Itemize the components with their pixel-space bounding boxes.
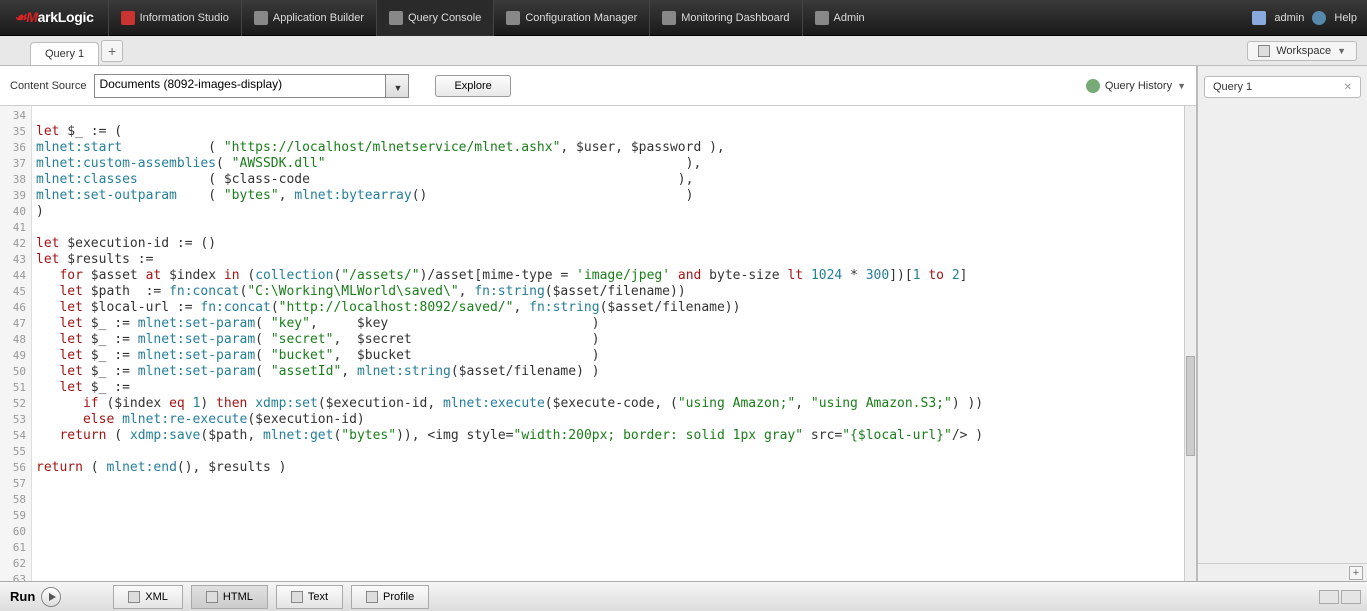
logo: ☙MarkLogic bbox=[0, 9, 108, 26]
profile-icon bbox=[366, 591, 378, 603]
html-icon bbox=[206, 591, 218, 603]
content-source-label: Content Source bbox=[10, 80, 86, 92]
nav-monitoring-dashboard[interactable]: Monitoring Dashboard bbox=[649, 0, 801, 36]
user-name[interactable]: admin bbox=[1274, 12, 1304, 24]
workspace-button[interactable]: Workspace ▼ bbox=[1247, 41, 1357, 61]
info-studio-icon bbox=[121, 11, 135, 25]
history-icon bbox=[1086, 79, 1100, 93]
editor-wrap: Content Source Documents (8092-images-di… bbox=[0, 66, 1197, 581]
nav-right: admin Help bbox=[1252, 11, 1357, 25]
nav-application-builder[interactable]: Application Builder bbox=[241, 0, 376, 36]
side-add-button[interactable]: + bbox=[1349, 566, 1363, 580]
nav-information-studio[interactable]: Information Studio bbox=[108, 0, 241, 36]
layout-box-1[interactable] bbox=[1319, 590, 1339, 604]
fmt-tab-text[interactable]: Text bbox=[276, 585, 343, 609]
help-icon bbox=[1312, 11, 1326, 25]
run-button[interactable]: Run bbox=[10, 587, 61, 607]
side-bottom: + bbox=[1198, 563, 1367, 581]
fmt-tab-profile[interactable]: Profile bbox=[351, 585, 429, 609]
fmt-tab-html[interactable]: HTML bbox=[191, 585, 268, 609]
scrollbar-vertical[interactable] bbox=[1184, 106, 1196, 581]
bottom-bar: Run XML HTML Text Profile bbox=[0, 581, 1367, 611]
text-icon bbox=[291, 591, 303, 603]
code-editor[interactable]: 34 35 36 37 38 39 40 41 42 43 44 45 46 4… bbox=[0, 106, 1196, 581]
fmt-tab-xml[interactable]: XML bbox=[113, 585, 183, 609]
user-icon bbox=[1252, 11, 1266, 25]
main: Content Source Documents (8092-images-di… bbox=[0, 66, 1367, 581]
layout-box-2[interactable] bbox=[1341, 590, 1361, 604]
line-gutter: 34 35 36 37 38 39 40 41 42 43 44 45 46 4… bbox=[0, 106, 32, 581]
close-icon[interactable]: ✕ bbox=[1344, 82, 1352, 93]
nav-admin[interactable]: Admin bbox=[802, 0, 877, 36]
scrollbar-thumb[interactable] bbox=[1186, 356, 1195, 456]
workspace-icon bbox=[1258, 45, 1270, 57]
top-nav: ☙MarkLogic Information Studio Applicatio… bbox=[0, 0, 1367, 36]
query-history-button[interactable]: Query History ▼ bbox=[1086, 79, 1186, 93]
bottom-right-controls bbox=[1319, 590, 1361, 604]
chevron-down-icon: ▼ bbox=[394, 83, 403, 93]
help-link[interactable]: Help bbox=[1334, 12, 1357, 24]
chevron-down-icon: ▼ bbox=[1337, 46, 1346, 56]
dashboard-icon bbox=[662, 11, 676, 25]
side-panel: Query 1 ✕ + bbox=[1197, 66, 1367, 581]
content-source-select[interactable]: Documents (8092-images-display) ▼ bbox=[94, 74, 409, 98]
query-console-icon bbox=[389, 11, 403, 25]
tab-query-1[interactable]: Query 1 bbox=[30, 42, 99, 65]
tab-row: Query 1 + Workspace ▼ bbox=[0, 36, 1367, 66]
xml-icon bbox=[128, 591, 140, 603]
nav-query-console[interactable]: Query Console bbox=[376, 0, 493, 36]
side-tab-query-1[interactable]: Query 1 ✕ bbox=[1204, 76, 1361, 98]
app-builder-icon bbox=[254, 11, 268, 25]
source-bar: Content Source Documents (8092-images-di… bbox=[0, 66, 1196, 106]
admin-icon bbox=[815, 11, 829, 25]
code-content[interactable]: let $_ := ( mlnet:start ( "https://local… bbox=[32, 106, 1184, 581]
nav-configuration-manager[interactable]: Configuration Manager bbox=[493, 0, 649, 36]
config-mgr-icon bbox=[506, 11, 520, 25]
tab-add-button[interactable]: + bbox=[101, 40, 123, 62]
play-icon bbox=[41, 587, 61, 607]
explore-button[interactable]: Explore bbox=[435, 75, 510, 97]
